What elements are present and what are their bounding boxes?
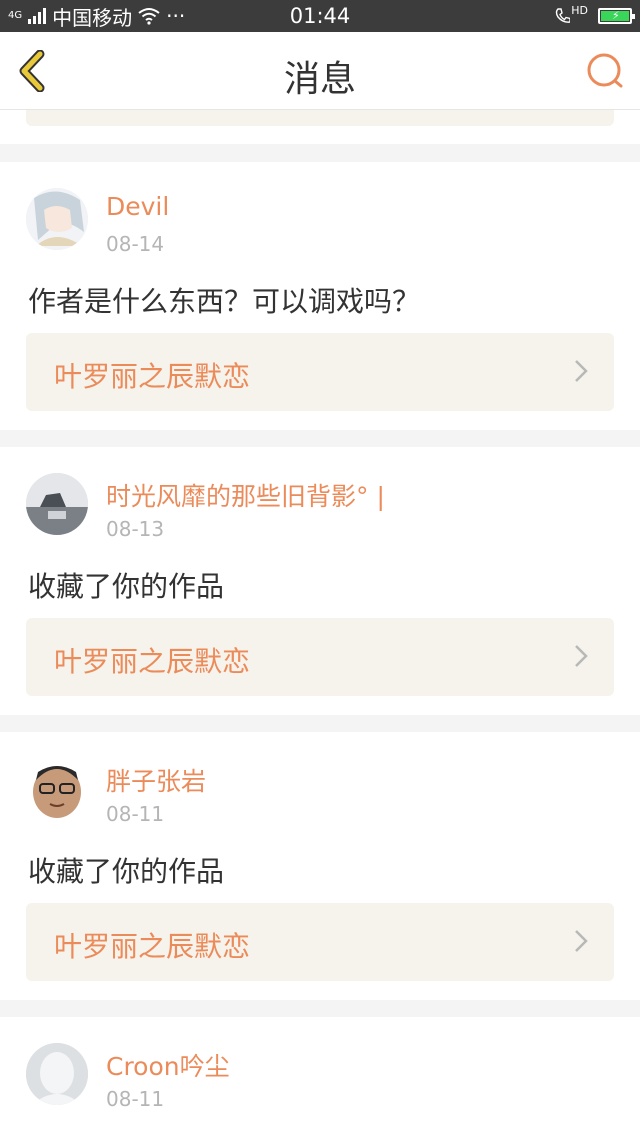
- username[interactable]: 胖子张岩: [106, 762, 206, 798]
- message-card: 时光风靡的那些旧背影° | 08-13 收藏了你的作品 叶罗丽之辰默恋: [0, 447, 640, 715]
- previous-card-remnant: [0, 110, 640, 144]
- chevron-right-icon: [575, 360, 588, 382]
- message-content: 作者是什么东西？可以调戏吗？: [28, 285, 421, 318]
- message-card: Devil 08-14 作者是什么东西？可以调戏吗？ 叶罗丽之辰默恋: [0, 162, 640, 430]
- battery-icon: ⚡: [598, 8, 635, 24]
- work-link[interactable]: 叶罗丽之辰默恋: [26, 618, 614, 696]
- search-icon[interactable]: [586, 52, 624, 90]
- status-bar: 4G 中国移动 ··· 01:44 HD ⚡: [0, 0, 640, 32]
- username[interactable]: Croon吟尘: [106, 1047, 230, 1083]
- message-date: 08-14: [106, 232, 165, 256]
- chevron-right-icon: [575, 645, 588, 667]
- hd-label: HD: [571, 3, 588, 17]
- work-title: 叶罗丽之辰默恋: [54, 360, 251, 393]
- avatar[interactable]: [26, 188, 88, 250]
- chevron-right-icon: [575, 930, 588, 952]
- message-content: 收藏了你的作品: [28, 570, 225, 603]
- page-title: 消息: [283, 59, 356, 100]
- nav-header: 消息: [0, 32, 640, 110]
- status-right: HD ⚡: [554, 0, 635, 32]
- hd-call-icon: HD: [554, 3, 588, 25]
- message-card: Croon吟尘 08-11: [0, 1017, 640, 1138]
- previous-work-box[interactable]: [26, 110, 614, 126]
- username[interactable]: Devil: [106, 192, 169, 221]
- message-date: 08-11: [106, 802, 165, 826]
- avatar-placeholder[interactable]: [26, 1043, 88, 1105]
- message-date: 08-13: [106, 517, 165, 541]
- status-time: 01:44: [289, 4, 351, 28]
- work-link[interactable]: 叶罗丽之辰默恋: [26, 903, 614, 981]
- message-date: 08-11: [106, 1087, 165, 1111]
- work-title: 叶罗丽之辰默恋: [54, 930, 251, 963]
- avatar[interactable]: [26, 758, 88, 820]
- work-link[interactable]: 叶罗丽之辰默恋: [26, 333, 614, 411]
- work-title: 叶罗丽之辰默恋: [54, 645, 251, 678]
- username[interactable]: 时光风靡的那些旧背影° |: [106, 477, 385, 513]
- message-card: 胖子张岩 08-11 收藏了你的作品 叶罗丽之辰默恋: [0, 732, 640, 1000]
- message-content: 收藏了你的作品: [28, 855, 225, 888]
- avatar[interactable]: [26, 473, 88, 535]
